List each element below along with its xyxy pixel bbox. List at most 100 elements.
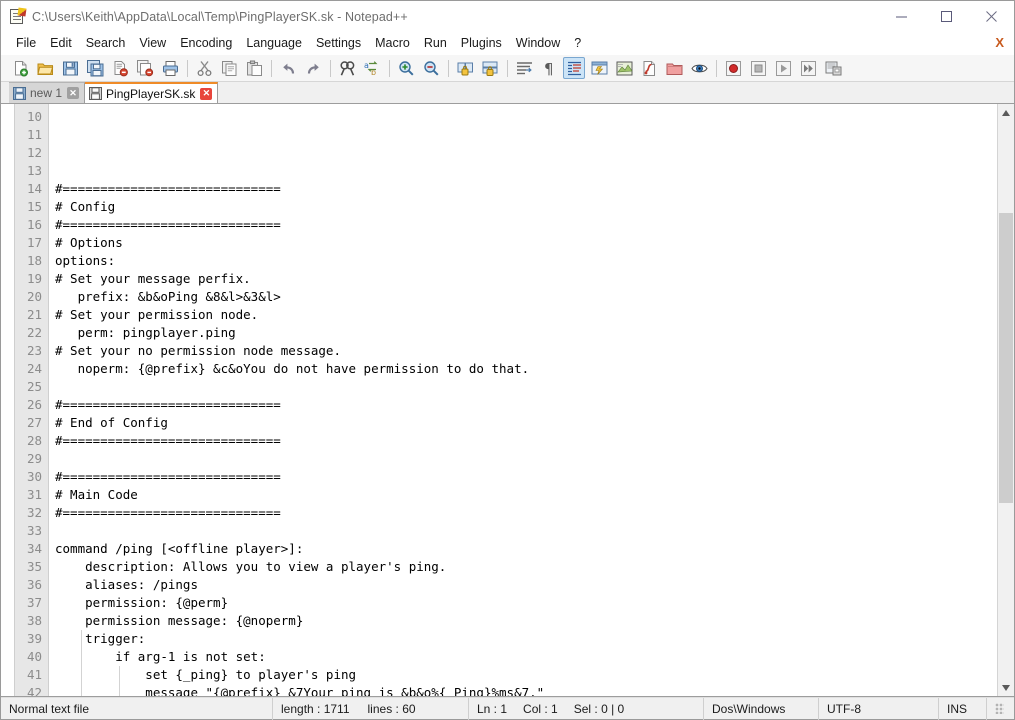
code-line[interactable]: # Set your permission node. (55, 306, 997, 324)
replace-icon[interactable]: a b (361, 57, 383, 79)
menu-item-plugins[interactable]: Plugins (454, 33, 509, 54)
menu-item-window[interactable]: Window (509, 33, 567, 54)
code-line[interactable]: trigger: (55, 630, 997, 648)
code-line[interactable]: # Main Code (55, 486, 997, 504)
toolbar-separator (187, 59, 188, 77)
sync-horizontal-scroll-icon[interactable] (479, 57, 501, 79)
monitoring-icon[interactable] (688, 57, 710, 79)
menu-item-file[interactable]: File (9, 33, 43, 54)
user-defined-dialog-icon[interactable] (588, 57, 610, 79)
redo-icon[interactable] (302, 57, 324, 79)
status-sel: Sel : 0 | 0 (573, 701, 625, 716)
scrollbar-thumb[interactable] (999, 213, 1013, 503)
tab-new-1[interactable]: new 1 ✕ (9, 82, 86, 103)
code-line[interactable]: # Config (55, 198, 997, 216)
folder-as-workspace-icon[interactable] (663, 57, 685, 79)
close-document-icon[interactable] (109, 57, 131, 79)
run-macro-multiple-icon[interactable] (797, 57, 819, 79)
status-encoding[interactable]: UTF-8 (819, 697, 939, 720)
open-file-icon[interactable] (34, 57, 56, 79)
code-line[interactable]: #============================= (55, 432, 997, 450)
toolbar-separator (271, 59, 272, 77)
line-number: 41 (26, 667, 42, 682)
menu-item-search[interactable]: Search (79, 33, 133, 54)
code-text-area[interactable]: #============================= # Config #=… (49, 104, 997, 696)
code-line[interactable] (55, 378, 997, 396)
code-line[interactable]: prefix: &b&oPing &8&l>&3&l> (55, 288, 997, 306)
print-icon[interactable] (159, 57, 181, 79)
code-line[interactable]: #============================= (55, 396, 997, 414)
code-line[interactable]: noperm: {@prefix} &c&oYou do not have pe… (55, 360, 997, 378)
record-macro-icon[interactable] (722, 57, 744, 79)
status-insert-mode[interactable]: INS (939, 697, 987, 720)
code-line[interactable]: message "{@prefix} &7Your ping is &b&o%{… (55, 684, 997, 696)
word-wrap-icon[interactable] (513, 57, 535, 79)
status-eol-format[interactable]: Dos\Windows (704, 697, 819, 720)
tab-close-icon[interactable]: ✕ (67, 87, 80, 99)
function-list-icon[interactable] (638, 57, 660, 79)
menu-item-macro[interactable]: Macro (368, 33, 417, 54)
save-macro-icon[interactable] (822, 57, 844, 79)
code-line[interactable]: # Set your no permission node message. (55, 342, 997, 360)
code-line[interactable] (55, 162, 997, 180)
code-line[interactable]: #============================= (55, 468, 997, 486)
copy-icon[interactable] (218, 57, 240, 79)
status-resize-grip[interactable] (987, 698, 1014, 720)
code-line[interactable] (55, 522, 997, 540)
code-line[interactable]: #============================= (55, 504, 997, 522)
code-line[interactable]: #============================= (55, 216, 997, 234)
menu-item-edit[interactable]: Edit (43, 33, 79, 54)
scrollbar-track[interactable] (998, 121, 1014, 679)
menu-item-view[interactable]: View (132, 33, 173, 54)
code-line[interactable]: # Set your message perfix. (55, 270, 997, 288)
play-macro-icon[interactable] (772, 57, 794, 79)
find-icon[interactable] (336, 57, 358, 79)
save-icon[interactable] (59, 57, 81, 79)
code-line[interactable]: description: Allows you to view a player… (55, 558, 997, 576)
tab-pingplayersk[interactable]: PingPlayerSK.sk ✕ (85, 82, 219, 103)
cut-icon[interactable] (193, 57, 215, 79)
menu-item-run[interactable]: Run (417, 33, 454, 54)
vertical-scrollbar[interactable] (997, 104, 1014, 696)
close-all-documents-icon[interactable] (134, 57, 156, 79)
show-all-characters-icon[interactable]: ¶ (538, 57, 560, 79)
sync-vertical-scroll-icon[interactable] (454, 57, 476, 79)
zoom-in-icon[interactable] (395, 57, 417, 79)
indent-guide-icon[interactable] (563, 57, 585, 79)
minimize-icon[interactable] (879, 1, 924, 32)
code-line[interactable]: perm: pingplayer.ping (55, 324, 997, 342)
menu-item-language[interactable]: Language (239, 33, 309, 54)
line-number: 19 (26, 271, 42, 286)
code-line[interactable]: if arg-1 is not set: (55, 648, 997, 666)
window-controls (879, 1, 1014, 32)
code-line[interactable]: permission: {@perm} (55, 594, 997, 612)
line-number: 28 (26, 433, 42, 448)
menu-item-settings[interactable]: Settings (309, 33, 368, 54)
code-line[interactable]: options: (55, 252, 997, 270)
code-line[interactable]: # Options (55, 234, 997, 252)
maximize-icon[interactable] (924, 1, 969, 32)
bookmark-margin[interactable] (1, 104, 15, 696)
code-line[interactable] (55, 450, 997, 468)
undo-icon[interactable] (277, 57, 299, 79)
code-line[interactable]: #============================= (55, 180, 997, 198)
document-map-icon[interactable] (613, 57, 635, 79)
zoom-out-icon[interactable] (420, 57, 442, 79)
code-line[interactable]: command /ping [<offline player>]: (55, 540, 997, 558)
new-file-icon[interactable] (9, 57, 31, 79)
tab-close-icon[interactable]: ✕ (200, 87, 213, 100)
scroll-down-arrow-icon[interactable] (998, 679, 1014, 696)
line-number: 40 (26, 649, 42, 664)
paste-icon[interactable] (243, 57, 265, 79)
code-line[interactable]: # End of Config (55, 414, 997, 432)
menu-item-encoding[interactable]: Encoding (173, 33, 239, 54)
close-icon[interactable] (969, 1, 1014, 32)
code-line[interactable]: set {_ping} to player's ping (55, 666, 997, 684)
scroll-up-arrow-icon[interactable] (998, 104, 1014, 121)
code-line[interactable]: permission message: {@noperm} (55, 612, 997, 630)
close-document-button[interactable]: X (995, 35, 1004, 50)
menu-item-help[interactable]: ? (567, 33, 588, 54)
stop-macro-icon[interactable] (747, 57, 769, 79)
code-line[interactable]: aliases: /pings (55, 576, 997, 594)
save-all-icon[interactable] (84, 57, 106, 79)
